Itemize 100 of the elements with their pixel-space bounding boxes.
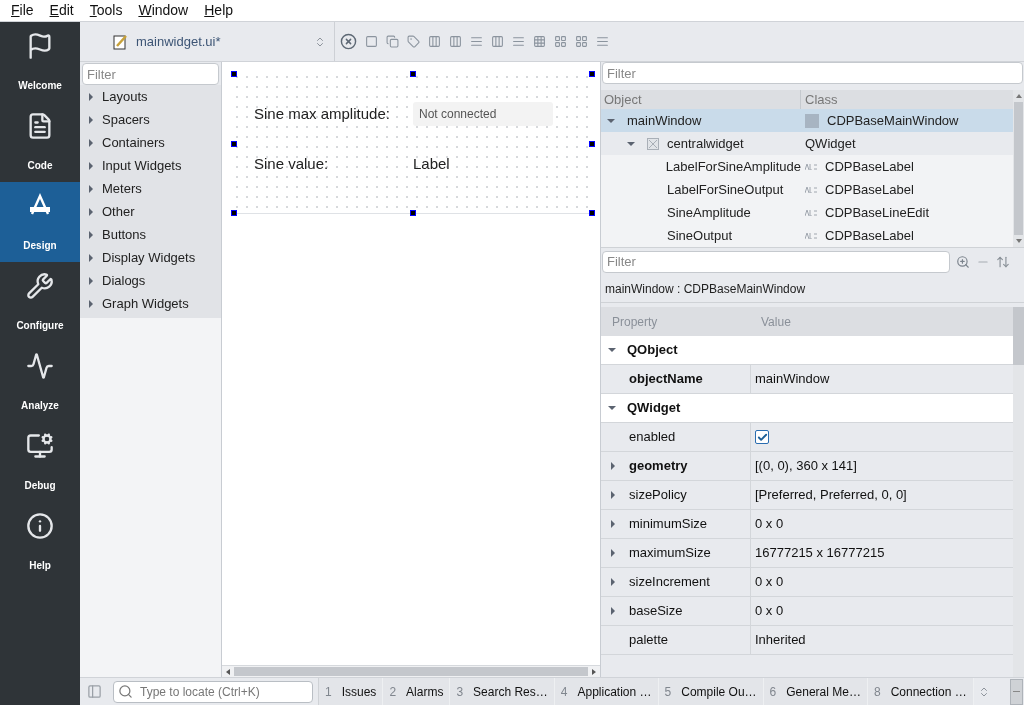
mode-button[interactable]: Code: [0, 102, 80, 182]
output-tab[interactable]: 3 Search Res…: [450, 678, 555, 705]
menu-item[interactable]: Help: [196, 0, 242, 21]
checkbox[interactable]: [755, 430, 769, 444]
mode-button[interactable]: Welcome: [0, 22, 80, 102]
filter-field[interactable]: Filter: [602, 250, 950, 273]
collapse-arrow-icon[interactable]: [87, 92, 95, 101]
expand-arrow-icon[interactable]: [627, 139, 635, 148]
collapse-arrow-icon[interactable]: [609, 578, 617, 586]
collapse-arrow-icon[interactable]: [87, 230, 95, 239]
tree-row[interactable]: LabelForSineOutput CDPBaseLabel: [601, 178, 1013, 201]
property-value[interactable]: 0 x 0: [755, 514, 784, 534]
tree-row[interactable]: LabelForSineAmplitude CDPBaseLabel: [601, 155, 1013, 178]
selection-handle[interactable]: [589, 141, 595, 147]
selection-handle[interactable]: [231, 71, 237, 77]
collapse-arrow-icon[interactable]: [87, 138, 95, 147]
stack-icon[interactable]: [386, 35, 399, 48]
selection-handle[interactable]: [410, 210, 416, 216]
add-property-icon[interactable]: [956, 254, 970, 269]
property-value[interactable]: [Preferred, Preferred, 0, 0]: [755, 485, 907, 505]
scroll-up-icon[interactable]: [1015, 93, 1022, 99]
scroll-left-icon[interactable]: [225, 668, 231, 675]
break-layout-icon[interactable]: [340, 33, 357, 50]
selection-handle[interactable]: [231, 210, 237, 216]
category-item[interactable]: Containers: [80, 131, 221, 154]
collapse-arrow-icon[interactable]: [609, 607, 617, 615]
locator-field[interactable]: Type to locate (Ctrl+K): [113, 680, 313, 703]
category-item[interactable]: Input Widgets: [80, 154, 221, 177]
selection-handle[interactable]: [410, 71, 416, 77]
property-value[interactable]: [(0, 0), 360 x 141]: [755, 456, 857, 476]
expand-arrow-icon[interactable]: [607, 116, 615, 125]
rows-icon[interactable]: [470, 35, 483, 48]
collapse-arrow-icon[interactable]: [609, 549, 617, 557]
expand-arrow-icon[interactable]: [608, 346, 616, 354]
selection-handle[interactable]: [589, 210, 595, 216]
tag-icon[interactable]: [407, 35, 420, 48]
grid-icon[interactable]: [554, 35, 567, 48]
category-item[interactable]: Layouts: [80, 85, 221, 108]
output-toggle[interactable]: [1010, 678, 1023, 705]
property-value[interactable]: 0 x 0: [755, 601, 784, 621]
scroll-right-icon[interactable]: [591, 668, 597, 675]
output-tab[interactable]: 2 Alarms: [383, 678, 451, 705]
mode-button[interactable]: Analyze: [0, 342, 80, 422]
collapse-arrow-icon[interactable]: [87, 207, 95, 216]
collapse-arrow-icon[interactable]: [87, 184, 95, 193]
mode-button[interactable]: Help: [0, 502, 80, 582]
category-item[interactable]: Spacers: [80, 108, 221, 131]
collapse-arrow-icon[interactable]: [87, 276, 95, 285]
property-group[interactable]: QObject: [601, 336, 1013, 365]
columns-icon[interactable]: [491, 35, 504, 48]
property-value[interactable]: 16777215 x 16777215: [755, 543, 885, 563]
category-item[interactable]: Dialogs: [80, 269, 221, 292]
selection-handle[interactable]: [589, 71, 595, 77]
tree-row[interactable]: SineAmplitude CDPBaseLineEdit: [601, 201, 1013, 224]
output-tab[interactable]: 1 Issues: [319, 678, 384, 705]
property-value[interactable]: 0 x 0: [755, 572, 784, 592]
property-value[interactable]: mainWindow: [755, 369, 830, 389]
mode-button[interactable]: Debug: [0, 422, 80, 502]
vertical-scrollbar[interactable]: [1013, 90, 1024, 247]
output-tab[interactable]: 6 General Me…: [763, 678, 868, 705]
document-selector[interactable]: mainwidget.ui*: [80, 22, 335, 61]
rows-icon[interactable]: [512, 35, 525, 48]
columns-icon[interactable]: [428, 35, 441, 48]
property-value[interactable]: Inherited: [755, 630, 806, 650]
collapse-arrow-icon[interactable]: [87, 115, 95, 124]
expand-arrow-icon[interactable]: [608, 404, 616, 412]
collapse-arrow-icon[interactable]: [609, 462, 617, 470]
selection-handle[interactable]: [231, 141, 237, 147]
filter-field[interactable]: Filter: [602, 62, 1023, 84]
square-icon[interactable]: [365, 35, 378, 48]
scroll-down-icon[interactable]: [1015, 238, 1022, 244]
collapse-arrow-icon[interactable]: [87, 161, 95, 170]
sidebar-toggle-icon[interactable]: [87, 684, 102, 699]
collapse-arrow-icon[interactable]: [87, 299, 95, 308]
grid-icon[interactable]: [533, 35, 546, 48]
collapse-arrow-icon[interactable]: [609, 491, 617, 499]
category-item[interactable]: Display Widgets: [80, 246, 221, 269]
filter-field[interactable]: Filter: [82, 63, 219, 85]
category-item[interactable]: Other: [80, 200, 221, 223]
category-item[interactable]: Graph Widgets: [80, 292, 221, 315]
category-item[interactable]: Buttons: [80, 223, 221, 246]
property-group[interactable]: QWidget: [601, 394, 1013, 423]
rows-icon[interactable]: [596, 35, 609, 48]
grid-icon[interactable]: [575, 35, 588, 48]
horizontal-scrollbar[interactable]: [222, 665, 600, 677]
output-tab[interactable]: 5 Compile Ou…: [658, 678, 764, 705]
columns-icon[interactable]: [449, 35, 462, 48]
menu-item[interactable]: File: [3, 0, 42, 21]
menu-item[interactable]: Window: [130, 0, 197, 21]
vertical-scrollbar[interactable]: [1013, 307, 1024, 677]
category-item[interactable]: Meters: [80, 177, 221, 200]
tree-row[interactable]: SineOutput CDPBaseLabel: [601, 224, 1013, 247]
menu-item[interactable]: Edit: [41, 0, 82, 21]
output-tab[interactable]: 4 Application …: [554, 678, 659, 705]
collapse-arrow-icon[interactable]: [609, 520, 617, 528]
mode-button[interactable]: Design: [0, 182, 80, 262]
collapse-arrow-icon[interactable]: [87, 253, 95, 262]
line-edit[interactable]: Not connected: [413, 102, 553, 126]
output-tab[interactable]: 8 Connection …: [867, 678, 974, 705]
mode-button[interactable]: Configure: [0, 262, 80, 342]
